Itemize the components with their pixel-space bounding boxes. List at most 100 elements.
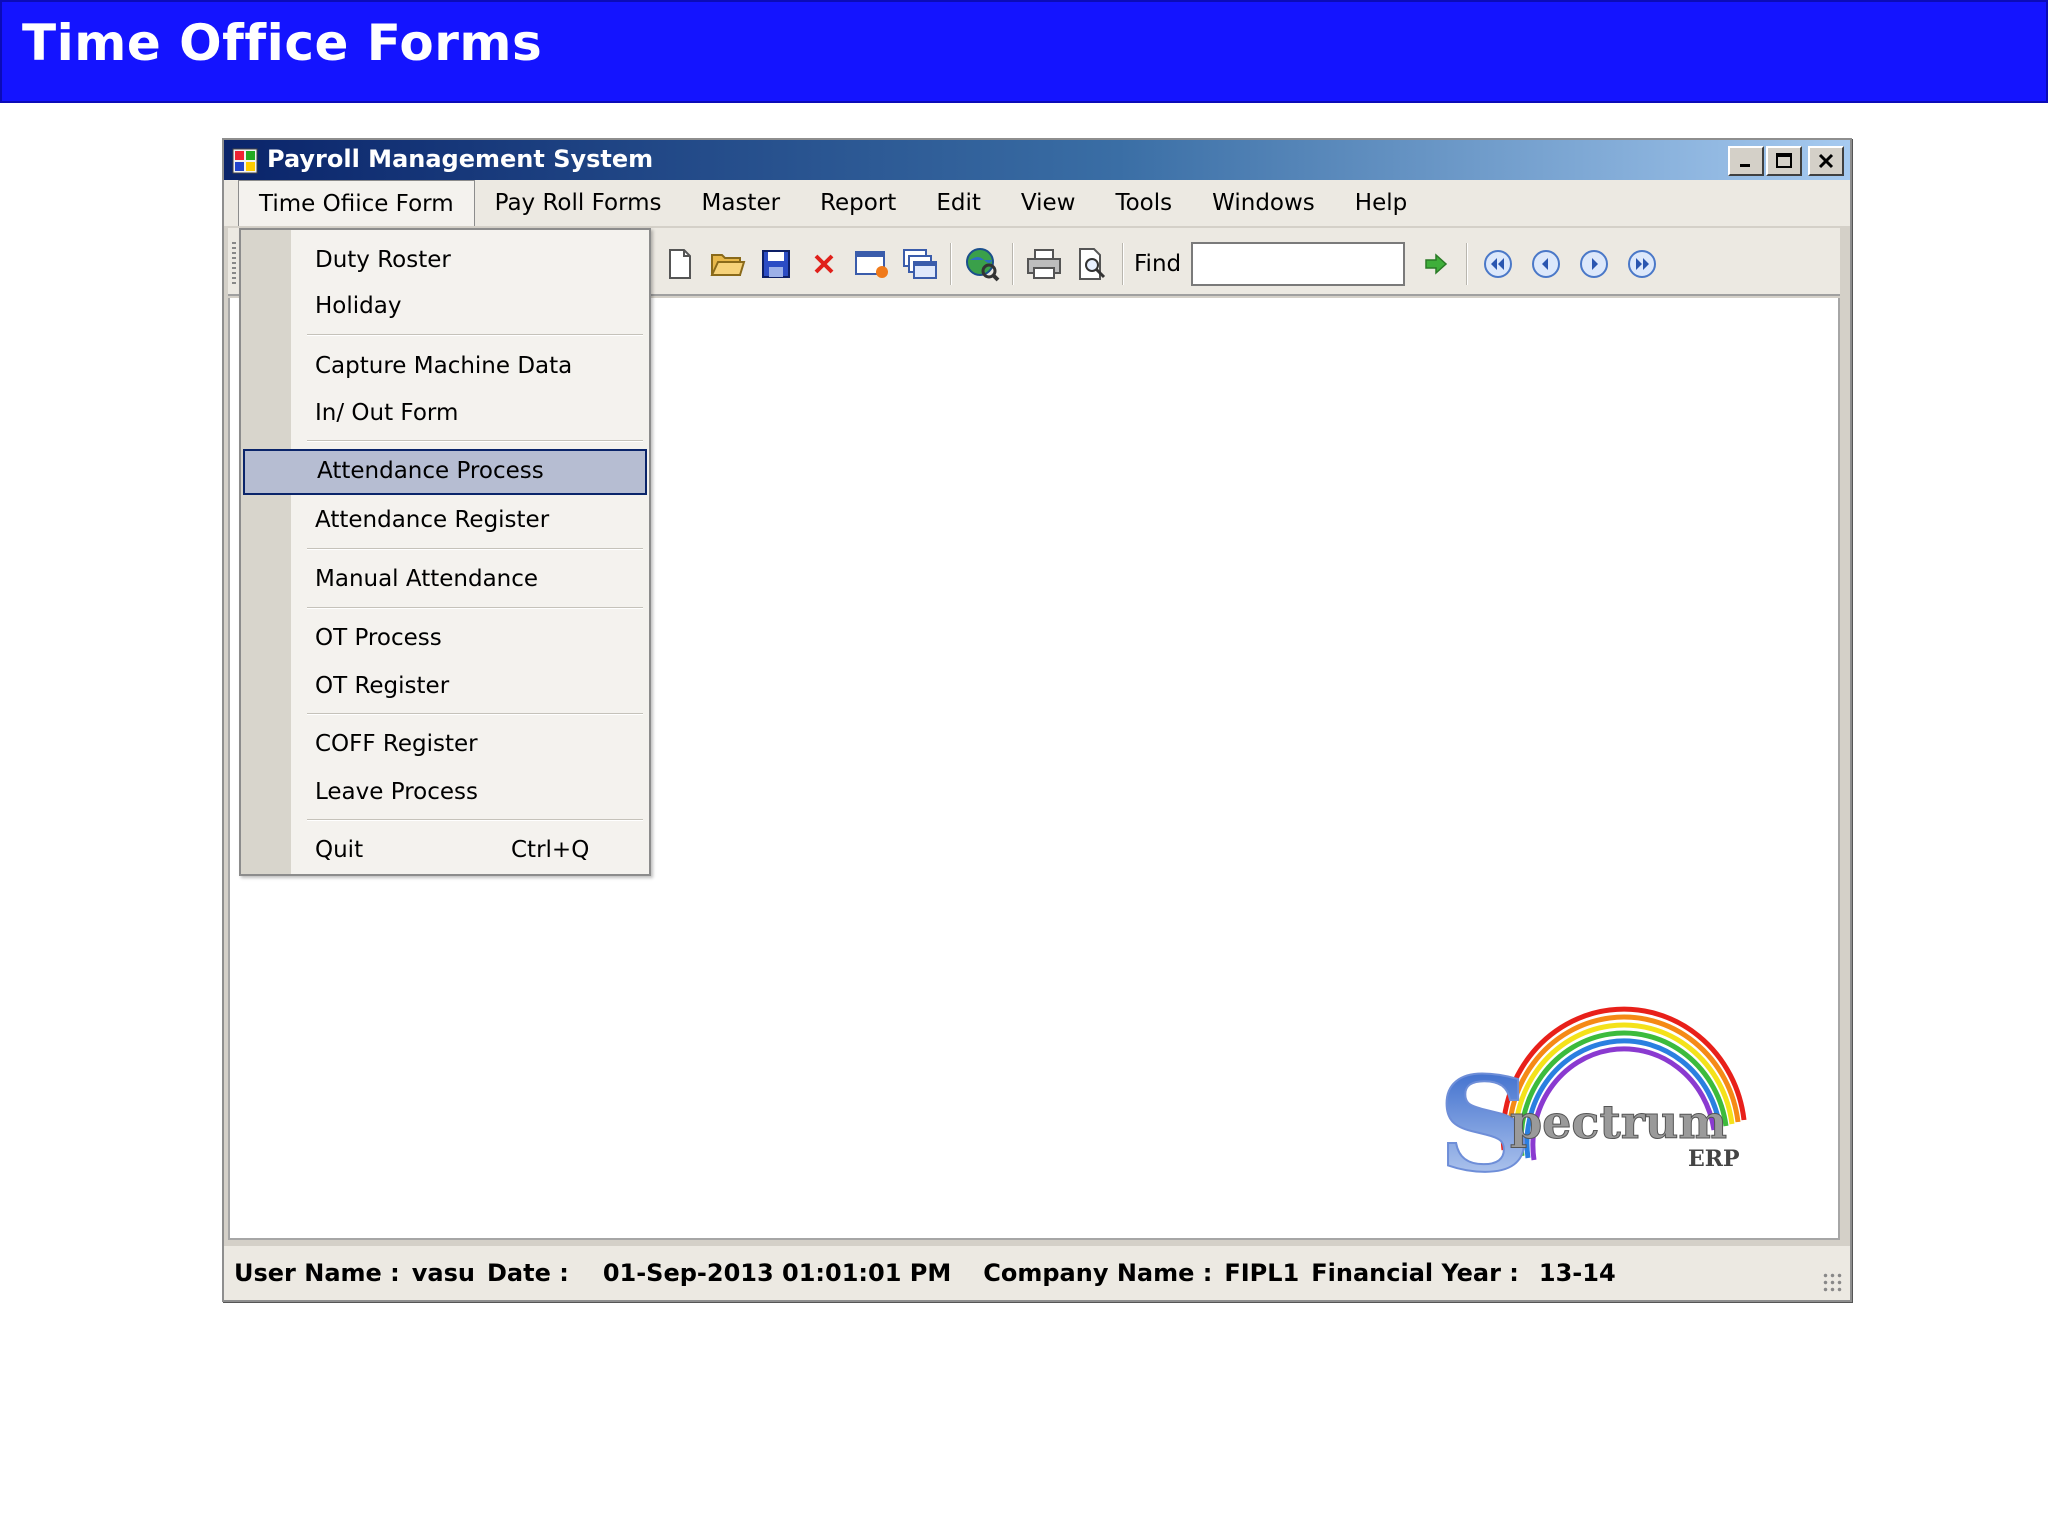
previous-record-icon <box>1532 250 1561 278</box>
menu-edit[interactable]: Edit <box>916 184 1001 222</box>
menu-item-manual-attendance[interactable]: Manual Attendance <box>241 557 649 603</box>
menu-item-label: Duty Roster <box>315 247 451 273</box>
menu-separator <box>307 607 643 609</box>
slide-title: Time Office Forms <box>22 14 543 72</box>
menu-windows[interactable]: Windows <box>1192 184 1335 222</box>
company-name-value: FIPL1 <box>1224 1259 1300 1287</box>
menu-item-label: OT Process <box>315 625 442 651</box>
previous-record-button[interactable] <box>1525 243 1567 285</box>
menu-pay-roll-forms[interactable]: Pay Roll Forms <box>475 184 682 222</box>
save-button[interactable] <box>755 243 797 285</box>
slide-header: Time Office Forms <box>0 0 2048 103</box>
toolbar-separator <box>950 243 952 285</box>
menu-item-capture-machine-data[interactable]: Capture Machine Data <box>241 344 649 390</box>
menu-view[interactable]: View <box>1001 184 1096 222</box>
menu-item-ot-process[interactable]: OT Process <box>241 616 649 662</box>
menu-help[interactable]: Help <box>1335 184 1427 222</box>
menu-item-shortcut: Ctrl+Q <box>511 837 590 863</box>
spectrum-erp-logo: S pectrum ERP <box>1437 1006 1747 1190</box>
menu-item-ot-register[interactable]: OT Register <box>241 664 649 710</box>
first-record-button[interactable] <box>1477 243 1519 285</box>
menu-item-label: Attendance Register <box>315 507 550 533</box>
minimize-button[interactable] <box>1728 146 1764 176</box>
next-record-icon <box>1580 250 1609 278</box>
cascade-icon <box>903 249 937 279</box>
go-arrow-icon <box>1425 253 1448 275</box>
close-button[interactable] <box>1808 146 1844 176</box>
toolbar-separator <box>1122 243 1124 285</box>
company-name-label: Company Name : <box>983 1259 1213 1287</box>
resize-grip[interactable] <box>1822 1272 1844 1294</box>
menu-item-label: OT Register <box>315 673 450 699</box>
maximize-button[interactable] <box>1766 146 1802 176</box>
cascade-button[interactable] <box>899 243 941 285</box>
financial-year-label: Financial Year : <box>1311 1259 1519 1287</box>
user-name-label: User Name : <box>234 1259 400 1287</box>
caption-buttons <box>1728 146 1844 176</box>
financial-year-value: 13-14 <box>1538 1259 1616 1287</box>
menu-separator <box>307 819 643 821</box>
logo-wordmark: pectrum <box>1510 1095 1727 1149</box>
delete-icon <box>814 254 834 274</box>
menu-item-label: Manual Attendance <box>315 566 539 592</box>
user-name-value: vasu <box>411 1259 475 1287</box>
menu-bar: Time Ofiice Form Pay Roll Forms Master R… <box>224 180 1850 226</box>
menu-item-in-out-form[interactable]: In/ Out Form <box>241 391 649 437</box>
menu-item-holiday[interactable]: Holiday <box>241 284 649 330</box>
menu-item-leave-process[interactable]: Leave Process <box>241 770 649 816</box>
find-label: Find <box>1134 251 1182 277</box>
save-icon <box>762 250 790 278</box>
toolbar-grip[interactable] <box>232 242 236 286</box>
menu-item-label: Holiday <box>315 293 402 319</box>
menu-item-label: Capture Machine Data <box>315 353 573 379</box>
menu-item-label: In/ Out Form <box>315 400 459 426</box>
print-icon <box>1027 249 1061 279</box>
print-button[interactable] <box>1023 243 1065 285</box>
title-bar[interactable]: Payroll Management System <box>224 140 1850 180</box>
print-preview-button[interactable] <box>1071 243 1113 285</box>
minimize-icon <box>1740 164 1750 167</box>
menu-separator <box>307 440 643 442</box>
delete-button[interactable] <box>803 243 845 285</box>
maximize-icon <box>1776 153 1792 168</box>
status-bar: User Name : vasu Date : 01-Sep-2013 01:0… <box>224 1246 1850 1300</box>
last-record-icon <box>1628 250 1657 278</box>
date-label: Date : <box>486 1259 569 1287</box>
menu-item-coff-register[interactable]: COFF Register <box>241 722 649 768</box>
new-icon <box>669 249 691 279</box>
globe-search-icon <box>966 248 1000 282</box>
window-button[interactable] <box>851 243 893 285</box>
menu-item-label: COFF Register <box>315 731 478 757</box>
open-button[interactable] <box>707 243 749 285</box>
last-record-button[interactable] <box>1621 243 1663 285</box>
menu-tools[interactable]: Tools <box>1095 184 1192 222</box>
toolbar-separator <box>1466 243 1469 285</box>
window-title: Payroll Management System <box>267 145 654 173</box>
globe-search-button[interactable] <box>961 243 1003 285</box>
app-icon <box>232 148 258 174</box>
menu-master[interactable]: Master <box>682 184 801 222</box>
menu-separator <box>307 548 643 550</box>
close-icon <box>1818 153 1834 169</box>
menu-item-attendance-process[interactable]: Attendance Process <box>243 449 647 495</box>
menu-item-label: Attendance Process <box>317 458 544 484</box>
new-button[interactable] <box>659 243 701 285</box>
open-folder-icon <box>710 254 746 276</box>
toolbar-separator <box>1012 243 1014 285</box>
menu-report[interactable]: Report <box>800 184 916 222</box>
menu-item-quit[interactable]: Quit Ctrl+Q <box>241 828 649 874</box>
print-preview-icon <box>1079 248 1106 280</box>
find-input[interactable] <box>1191 242 1406 286</box>
menu-item-duty-roster[interactable]: Duty Roster <box>241 238 649 284</box>
toolbar-buttons: Find <box>656 242 1666 286</box>
menu-item-attendance-register[interactable]: Attendance Register <box>241 498 649 544</box>
menu-time-office-form[interactable]: Time Ofiice Form <box>238 180 475 226</box>
find-go-button[interactable] <box>1415 243 1457 285</box>
next-record-button[interactable] <box>1573 243 1615 285</box>
menu-separator <box>307 713 643 715</box>
time-office-form-menu: Duty Roster Holiday Capture Machine Data… <box>239 228 651 876</box>
menu-item-label: Quit <box>315 837 364 863</box>
menu-separator <box>307 334 643 336</box>
window-icon <box>855 251 888 278</box>
first-record-icon <box>1484 250 1513 278</box>
